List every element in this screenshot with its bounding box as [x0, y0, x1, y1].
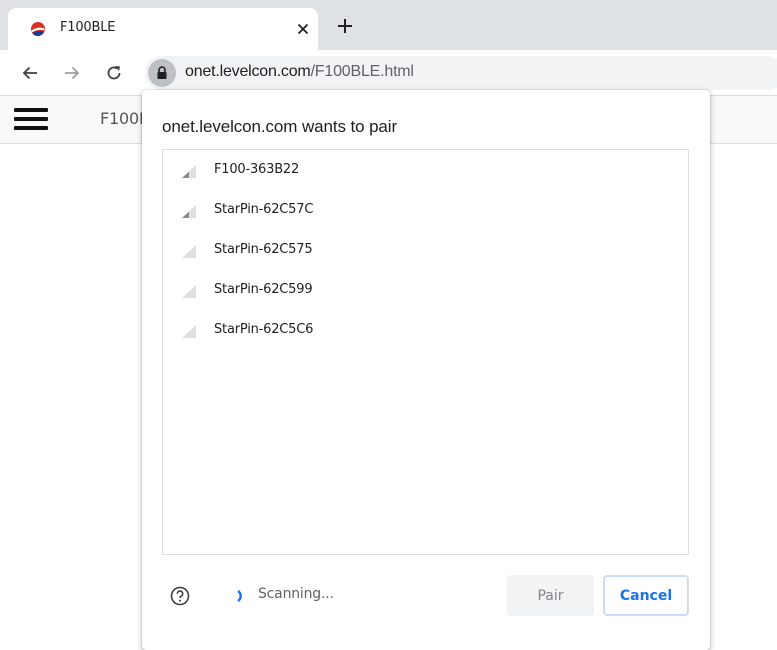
device-name: StarPin-62C599 [214, 282, 313, 297]
site-info-button[interactable] [148, 59, 176, 87]
dialog-footer: Scanning... Pair Cancel [142, 574, 710, 618]
bluetooth-pair-dialog: onet.levelcon.com wants to pair F100-363… [142, 90, 710, 650]
tab-title: F100BLE [60, 20, 116, 35]
close-tab-icon[interactable] [293, 19, 313, 39]
device-name: F100-363B22 [214, 162, 300, 177]
reload-icon[interactable] [104, 63, 124, 83]
device-name: StarPin-62C57C [214, 202, 314, 217]
signal-strength-icon [182, 205, 196, 218]
lock-icon [157, 66, 167, 79]
url-host: onet.levelcon.com [185, 63, 311, 80]
device-list-item[interactable]: StarPin-62C5C6 [163, 310, 688, 350]
url-text: onet.levelcon.com/F100BLE.html [185, 63, 414, 81]
forward-arrow-icon[interactable] [62, 63, 82, 83]
scanning-spinner-icon [237, 590, 242, 602]
device-list-item[interactable]: F100-363B22 [163, 150, 688, 190]
new-tab-plus-icon[interactable] [335, 16, 355, 36]
back-arrow-icon[interactable] [20, 63, 40, 83]
signal-strength-icon [182, 285, 196, 298]
device-list-item[interactable]: StarPin-62C575 [163, 230, 688, 270]
help-question-icon[interactable] [170, 586, 190, 606]
signal-strength-icon [182, 245, 196, 258]
browser-tab[interactable]: F100BLE [8, 8, 318, 50]
cancel-button[interactable]: Cancel [603, 575, 689, 616]
url-path: /F100BLE.html [310, 63, 414, 80]
tab-strip: F100BLE [0, 0, 777, 50]
dialog-title: onet.levelcon.com wants to pair [162, 117, 398, 136]
levelcon-logo-icon [31, 22, 45, 36]
scanning-status: Scanning... [258, 586, 334, 602]
device-list: F100-363B22 StarPin-62C57C StarPin-62C57… [162, 149, 689, 555]
device-name: StarPin-62C5C6 [214, 322, 314, 337]
address-bar[interactable]: onet.levelcon.com/F100BLE.html [145, 56, 777, 90]
signal-strength-icon [182, 165, 196, 178]
device-list-item[interactable]: StarPin-62C599 [163, 270, 688, 310]
device-name: StarPin-62C575 [214, 242, 313, 257]
pair-button[interactable]: Pair [507, 575, 594, 616]
signal-strength-icon [182, 325, 196, 338]
device-list-item[interactable]: StarPin-62C57C [163, 190, 688, 230]
hamburger-menu-icon[interactable] [14, 108, 48, 132]
